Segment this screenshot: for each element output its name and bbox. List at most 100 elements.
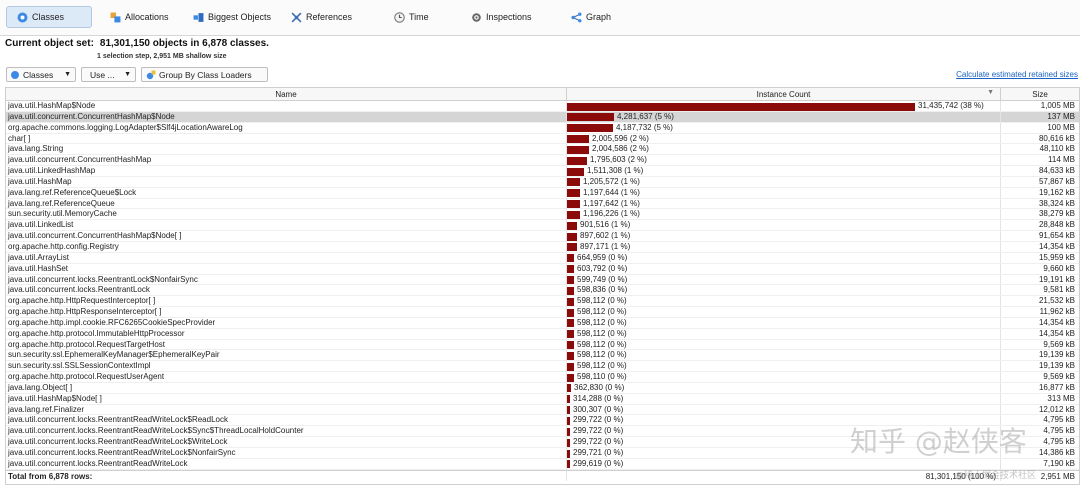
column-header-name[interactable]: Name — [6, 88, 567, 100]
class-name-cell: org.apache.http.impl.cookie.RFC6265Cooki… — [6, 317, 567, 328]
use-button[interactable]: Use ... ▼ — [81, 67, 136, 82]
size-cell: 313 MB — [1047, 393, 1075, 403]
class-name-cell: java.lang.String — [6, 144, 567, 155]
group-by-class-loaders-button[interactable]: Group By Class Loaders — [141, 67, 268, 82]
table-row[interactable]: java.util.concurrent.locks.ReentrantLock… — [6, 274, 1079, 286]
table-row[interactable]: char[ ] 2,005,596 (2 %) 80,616 kB — [6, 133, 1079, 145]
table-row[interactable]: org.apache.commons.logging.LogAdapter$Sl… — [6, 122, 1079, 134]
table-row[interactable]: org.apache.http.HttpRequestInterceptor[ … — [6, 296, 1079, 308]
tab-graph[interactable]: Graph — [571, 6, 611, 28]
size-cell: 38,279 kB — [1038, 209, 1075, 219]
classes-icon — [11, 70, 19, 79]
table-row[interactable]: java.util.concurrent.locks.ReentrantRead… — [6, 458, 1079, 470]
tab-classes-label: Classes — [32, 12, 65, 22]
instance-count-label: 1,197,644 (1 %) — [583, 187, 640, 197]
calculate-retained-sizes-link[interactable]: Calculate estimated retained sizes — [956, 70, 1078, 79]
table-row[interactable]: sun.security.ssl.EphemeralKeyManager$Eph… — [6, 350, 1079, 362]
footer-total-label: Total from 6,878 rows: — [6, 470, 567, 481]
instance-count-cell: 2,005,596 (2 %) — [567, 133, 1001, 144]
table-row[interactable]: org.apache.http.protocol.RequestTargetHo… — [6, 339, 1079, 351]
size-cell: 9,660 kB — [1043, 263, 1075, 273]
instance-count-label: 299,722 (0 %) — [573, 415, 624, 425]
class-name-cell: org.apache.http.protocol.RequestUserAgen… — [6, 372, 567, 382]
table-row[interactable]: java.util.concurrent.locks.ReentrantRead… — [6, 448, 1079, 459]
table-row[interactable]: sun.security.ssl.SSLSessionContextImpl 59… — [6, 361, 1079, 373]
instance-count-label: 299,619 (0 %) — [573, 458, 624, 468]
table-row[interactable]: java.lang.String 2,004,586 (2 %) 48,110 kB — [6, 144, 1079, 156]
table-row[interactable]: java.util.concurrent.ConcurrentHashMap$N… — [6, 231, 1079, 242]
class-name-cell: java.util.concurrent.locks.ReentrantRead… — [6, 458, 567, 469]
size-cell: 84,633 kB — [1038, 166, 1075, 176]
table-row[interactable]: org.apache.http.protocol.RequestUserAgen… — [6, 372, 1079, 383]
instance-count-label: 599,749 (0 %) — [577, 274, 628, 284]
column-header-instance-count[interactable]: Instance Count ▼ — [567, 88, 1001, 100]
instance-count-bar — [567, 124, 613, 133]
instance-count-label: 598,112 (0 %) — [577, 317, 627, 327]
instance-count-cell: 598,112 (0 %) — [567, 317, 1001, 328]
table-row[interactable]: org.apache.http.config.Registry 897,171 (… — [6, 241, 1079, 253]
instance-count-label: 598,112 (0 %) — [577, 296, 627, 306]
tab-biggest-objects[interactable]: Biggest Objects — [193, 6, 271, 28]
table-row[interactable]: java.lang.Object[ ] 362,830 (0 %) 16,877 k… — [6, 382, 1079, 394]
table-row[interactable]: java.util.concurrent.locks.ReentrantRead… — [6, 415, 1079, 427]
tab-allocations[interactable]: Allocations — [110, 6, 169, 28]
size-cell: 1,005 MB — [1040, 101, 1075, 110]
instance-count-label: 1,795,603 (2 %) — [590, 155, 647, 165]
size-cell: 4,795 kB — [1043, 426, 1075, 436]
table-row[interactable]: org.apache.http.protocol.ImmutableHttpPr… — [6, 328, 1079, 340]
tab-inspections[interactable]: Inspections — [471, 6, 532, 28]
class-name-cell: java.util.concurrent.locks.ReentrantRead… — [6, 448, 567, 458]
table-row[interactable]: java.util.HashMap$Node 31,435,742 (38 %) 1… — [6, 101, 1079, 112]
instance-count-label: 598,110 (0 %) — [577, 372, 627, 382]
instance-count-label: 2,004,586 (2 %) — [592, 144, 649, 154]
instance-count-cell: 4,281,637 (5 %) — [567, 111, 1001, 122]
instance-count-label: 603,792 (0 %) — [577, 263, 628, 273]
column-header-size[interactable]: Size — [1001, 88, 1079, 100]
class-name-cell: java.util.HashMap$Node[ ] — [6, 393, 567, 404]
table-row[interactable]: java.lang.ref.ReferenceQueue 1,197,642 (1… — [6, 198, 1079, 210]
instance-count-label: 1,196,226 (1 %) — [583, 209, 640, 219]
table-row[interactable]: java.util.HashMap 1,205,572 (1 %) 57,867 k… — [6, 176, 1079, 188]
instance-count-cell: 1,795,603 (2 %) — [567, 155, 1001, 166]
table-row[interactable]: java.lang.ref.ReferenceQueue$Lock 1,197,6… — [6, 187, 1079, 199]
table-row[interactable]: sun.security.util.MemoryCache 1,196,226 (… — [6, 209, 1079, 221]
instance-count-cell: 901,516 (1 %) — [567, 220, 1001, 231]
table-row[interactable]: java.util.LinkedHashMap 1,511,308 (1 %) 84… — [6, 166, 1079, 177]
table-row[interactable]: java.util.ArrayList 664,959 (0 %) 15,959 k… — [6, 252, 1079, 264]
table-row[interactable]: org.apache.http.HttpResponseInterceptor[… — [6, 307, 1079, 318]
references-icon — [291, 12, 302, 23]
class-name-cell: java.util.LinkedHashMap — [6, 166, 567, 176]
instance-count-cell: 598,112 (0 %) — [567, 307, 1001, 317]
instance-count-bar — [567, 341, 574, 350]
instance-count-cell: 1,511,308 (1 %) — [567, 166, 1001, 176]
instance-count-cell: 299,722 (0 %) — [567, 437, 1001, 447]
table-row[interactable]: java.util.HashSet 603,792 (0 %) 9,660 kB — [6, 263, 1079, 275]
tab-classes[interactable]: Classes — [6, 6, 92, 28]
table-row[interactable]: org.apache.http.impl.cookie.RFC6265Cooki… — [6, 317, 1079, 329]
size-cell: 114 MB — [1048, 155, 1075, 165]
instance-count-cell: 598,836 (0 %) — [567, 285, 1001, 296]
table-row[interactable]: java.util.HashMap$Node[ ] 314,288 (0 %) 31… — [6, 393, 1079, 405]
table-row[interactable]: java.util.concurrent.ConcurrentHashMap 1,… — [6, 155, 1079, 167]
instance-count-label: 1,511,308 (1 %) — [587, 166, 644, 176]
table-row[interactable]: java.util.concurrent.locks.ReentrantLock… — [6, 285, 1079, 297]
tab-references[interactable]: References — [291, 6, 352, 28]
class-name-cell: java.util.ArrayList — [6, 252, 567, 263]
table-row[interactable]: java.lang.ref.Finalizer 300,307 (0 %) 12,0… — [6, 404, 1079, 416]
instance-count-label: 299,721 (0 %) — [573, 448, 624, 457]
instance-count-bar — [567, 319, 574, 328]
size-cell: 9,569 kB — [1043, 372, 1075, 382]
table-row[interactable]: java.util.LinkedList 901,516 (1 %) 28,848 … — [6, 220, 1079, 232]
size-cell: 14,386 kB — [1038, 448, 1075, 457]
footer-total-size: 2,951 MB — [1040, 471, 1075, 481]
table-row[interactable]: java.util.concurrent.locks.ReentrantRead… — [6, 426, 1079, 438]
instance-count-bar — [567, 156, 587, 165]
instance-count-cell: 4,187,732 (5 %) — [567, 122, 1001, 133]
table-row[interactable]: java.util.concurrent.locks.ReentrantRead… — [6, 437, 1079, 448]
instance-count-cell: 1,197,642 (1 %) — [567, 198, 1001, 209]
table-row[interactable]: java.util.concurrent.ConcurrentHashMap$N… — [6, 111, 1079, 123]
view-select[interactable]: Classes ▼ — [6, 67, 76, 82]
instance-count-label: 1,205,572 (1 %) — [583, 176, 640, 186]
tab-time[interactable]: Time — [394, 6, 429, 28]
use-button-label: Use ... — [90, 69, 115, 80]
